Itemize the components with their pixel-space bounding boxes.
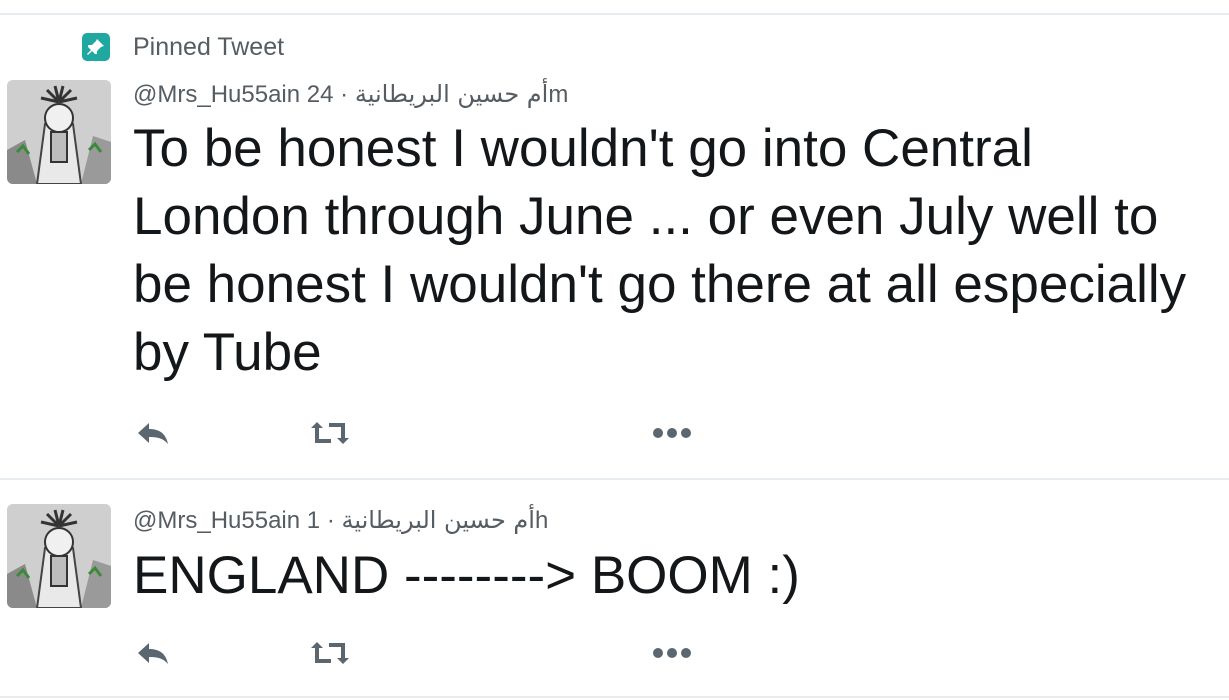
tweet-header: @Mrs_Hu55ain أم حسين البريطانية · 24m [133,80,568,109]
pinned-label: Pinned Tweet [133,32,285,61]
more-button[interactable] [650,417,694,449]
tweet[interactable]: @Mrs_Hu55ain أم حسين البريطانية · 1h ENG… [0,480,1229,698]
retweet-icon [311,422,349,444]
reply-button[interactable] [133,637,173,669]
pinned-tweet-indicator: Pinned Tweet [82,32,284,62]
reply-icon [138,423,168,444]
tweet-handle[interactable]: @Mrs_Hu55ain [133,507,300,534]
tweet-separator: · [326,507,335,534]
tweet-pinned[interactable]: Pinned Tweet @Mrs_Hu55ain أم حسين البريط… [0,0,1229,478]
tweet-divider [0,696,1229,698]
more-icon [653,428,691,438]
pin-icon [82,33,110,61]
retweet-button[interactable] [308,417,352,449]
timeline: Pinned Tweet @Mrs_Hu55ain أم حسين البريط… [0,0,1229,700]
retweet-button[interactable] [308,637,352,669]
tweet-handle[interactable]: @Mrs_Hu55ain [133,81,300,108]
tweet-separator: · [340,81,349,108]
tweet-actions [133,637,733,669]
tweet-header: @Mrs_Hu55ain أم حسين البريطانية · 1h [133,506,548,535]
tweet-text: ENGLAND --------> BOOM :) [133,546,800,605]
tweet-display-name[interactable]: أم حسين البريطانية [355,80,548,108]
tweet-display-name[interactable]: أم حسين البريطانية [341,506,534,534]
avatar[interactable] [7,504,111,608]
more-button[interactable] [650,637,694,669]
more-icon [653,648,691,658]
avatar[interactable] [7,80,111,184]
tweet-actions [133,417,733,449]
reply-button[interactable] [133,417,173,449]
tweet-text: To be honest I wouldn't go into Central … [133,119,1201,382]
retweet-icon [311,642,349,664]
reply-icon [138,643,168,664]
